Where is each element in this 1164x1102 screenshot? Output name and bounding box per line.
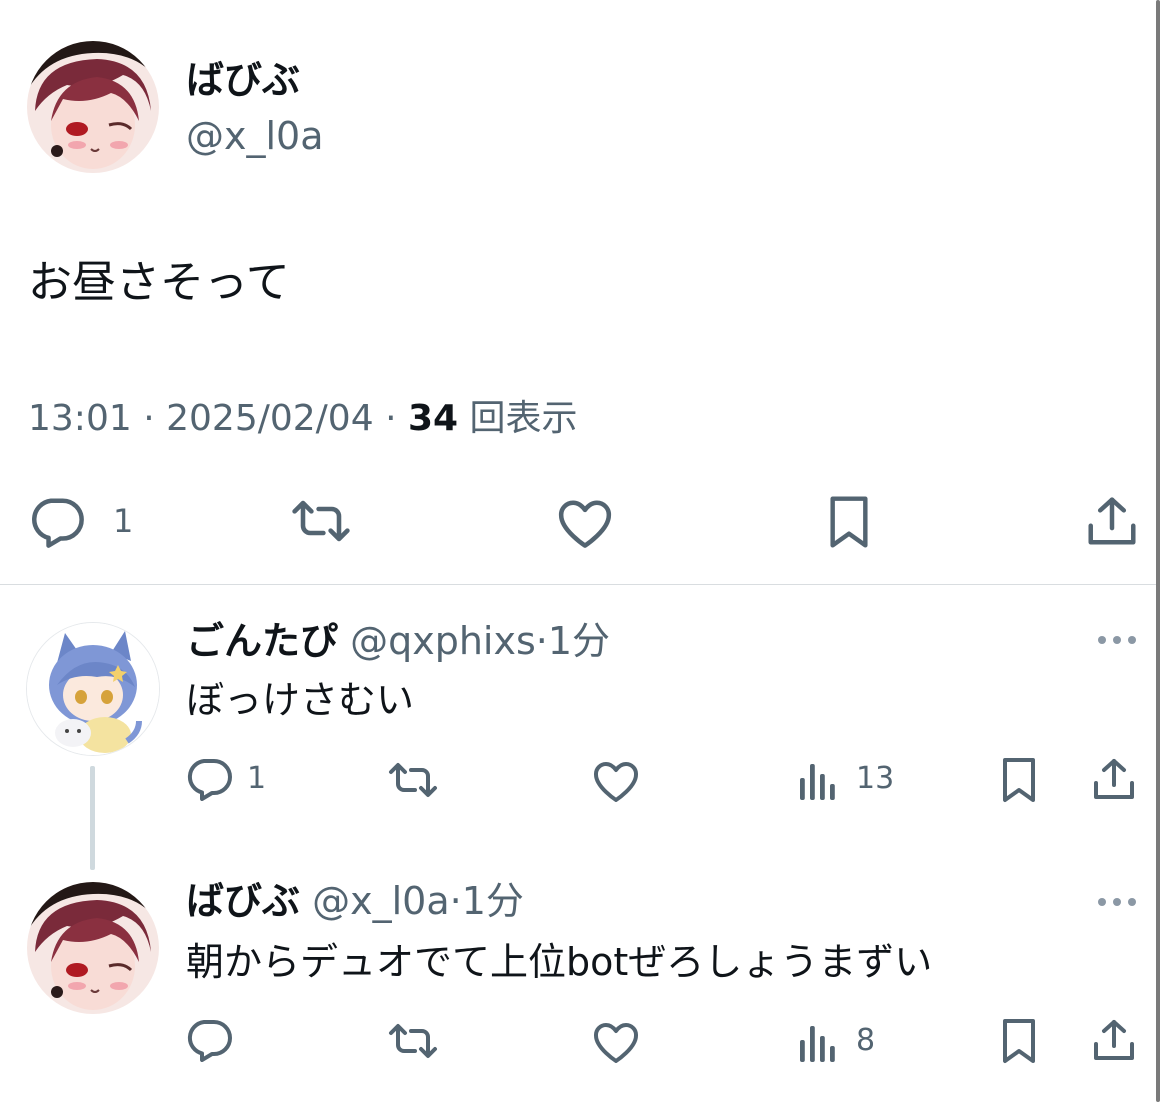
views-count[interactable]: 8 [856, 1026, 875, 1056]
meta-separator: · [143, 398, 155, 439]
reply-author-name[interactable]: ばびぶ [186, 879, 300, 923]
reply-separator: · [535, 619, 548, 663]
bookmark-icon[interactable] [827, 494, 871, 550]
retweet-icon[interactable] [386, 1021, 440, 1061]
reply-count[interactable]: 1 [247, 764, 266, 794]
reply-header: ばびぶ @x_l0a·1分 [186, 878, 524, 924]
views-count[interactable]: 34 [408, 398, 458, 439]
more-icon[interactable] [1096, 896, 1138, 908]
reply-time-ago[interactable]: 1分 [548, 619, 610, 663]
reply-author-handle[interactable]: @x_l0a [312, 879, 450, 923]
scrollbar[interactable] [1156, 0, 1160, 1102]
thread-connector-line [90, 766, 95, 870]
reply-author-handle[interactable]: @qxphixs [350, 619, 536, 663]
tweet-date[interactable]: 2025/02/04 [166, 398, 374, 439]
reply-time-ago[interactable]: 1分 [462, 879, 524, 923]
retweet-icon[interactable] [288, 497, 354, 545]
like-icon[interactable] [592, 1021, 640, 1063]
reply-text: 朝からデュオでて上位botぜろしょうまずい [186, 940, 933, 984]
share-icon[interactable] [1086, 494, 1138, 548]
reply-icon[interactable] [28, 496, 88, 548]
reply-text: ぼっけさむい [186, 678, 415, 722]
more-icon[interactable] [1096, 634, 1138, 646]
views-count[interactable]: 13 [856, 764, 894, 794]
like-icon[interactable] [592, 760, 640, 802]
views-icon[interactable] [798, 1022, 836, 1062]
main-tweet-meta: 13:01 · 2025/02/04 · 34 回表示 [28, 397, 578, 441]
bookmark-icon[interactable] [1000, 756, 1038, 804]
meta-separator: · [385, 398, 397, 439]
reply-author-avatar[interactable] [26, 622, 160, 756]
reply-author-name[interactable]: ごんたぴ [186, 619, 338, 663]
reply-header: ごんたぴ @qxphixs·1分 [186, 618, 610, 664]
main-tweet-text: お昼さそって [28, 257, 290, 308]
retweet-icon[interactable] [386, 760, 440, 800]
reply-separator: · [449, 879, 462, 923]
main-author-handle[interactable]: @x_l0a [186, 114, 324, 158]
views-label[interactable]: 回表示 [470, 398, 578, 439]
bookmark-icon[interactable] [1000, 1017, 1038, 1065]
reply-count[interactable]: 1 [113, 505, 133, 537]
section-divider [0, 584, 1156, 585]
share-icon[interactable] [1092, 1017, 1136, 1063]
tweet-detail-page: ばびぶ @x_l0a お昼さそって 13:01 · 2025/02/04 · 3… [0, 0, 1164, 1102]
like-icon[interactable] [556, 498, 614, 548]
views-icon[interactable] [798, 760, 836, 800]
reply-icon[interactable] [186, 1018, 234, 1062]
main-author-name[interactable]: ばびぶ [186, 58, 300, 102]
tweet-time[interactable]: 13:01 [28, 398, 132, 439]
main-author-avatar[interactable] [27, 41, 159, 173]
reply-author-avatar[interactable] [27, 882, 159, 1014]
share-icon[interactable] [1092, 756, 1136, 802]
reply-icon[interactable] [186, 757, 234, 801]
